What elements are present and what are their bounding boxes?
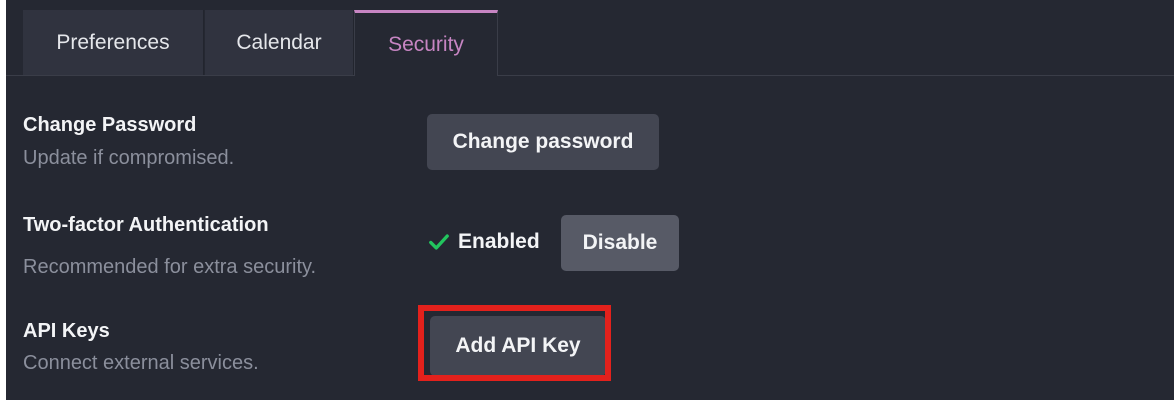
change-password-description: Update if compromised. <box>23 147 235 169</box>
tab-security[interactable]: Security <box>354 10 498 76</box>
check-icon <box>429 234 449 250</box>
change-password-button[interactable]: Change password <box>427 114 659 170</box>
two-factor-status-label: Enabled <box>458 230 540 253</box>
tab-bar: Preferences Calendar Security <box>6 10 1174 76</box>
add-api-key-button[interactable]: Add API Key <box>430 316 606 376</box>
two-factor-description: Recommended for extra security. <box>23 256 317 278</box>
tab-calendar[interactable]: Calendar <box>205 10 354 75</box>
settings-panel: Preferences Calendar Security Change Pas… <box>6 0 1174 400</box>
api-keys-title: API Keys <box>23 320 110 342</box>
disable-two-factor-button[interactable]: Disable <box>561 215 679 271</box>
tab-preferences[interactable]: Preferences <box>23 10 204 75</box>
change-password-title: Change Password <box>23 114 197 136</box>
two-factor-status: Enabled <box>428 230 540 254</box>
api-keys-description: Connect external services. <box>23 352 259 374</box>
two-factor-title: Two-factor Authentication <box>23 214 269 236</box>
